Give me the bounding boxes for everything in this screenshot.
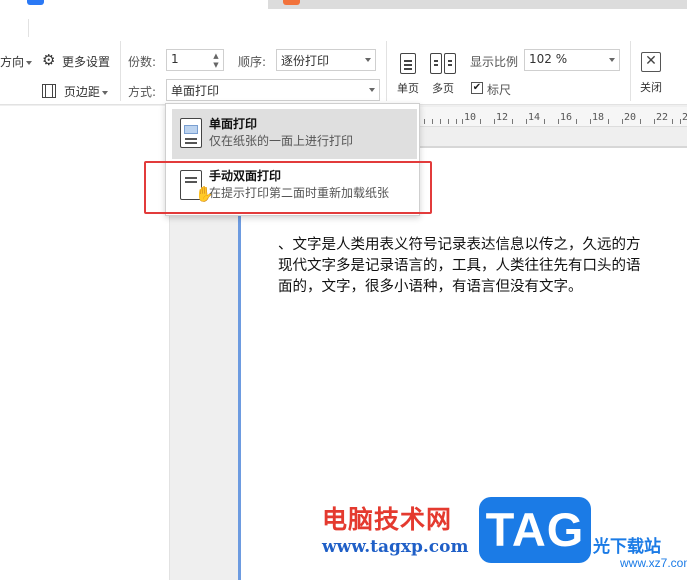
ruler-mark: 24 [682, 112, 687, 123]
mode-label: 方式: [128, 85, 157, 99]
copies-label: 份数: [128, 55, 157, 69]
document-line: 面的，文字，很多小语种，有语言但没有文字。 [278, 279, 583, 295]
close-icon: ✕ [641, 52, 661, 72]
order-select[interactable]: 逐份打印 [276, 49, 376, 71]
option-single-sided[interactable]: 单面打印 仅在纸张的一面上进行打印 [172, 109, 417, 159]
more-settings-label: 更多设置 [62, 55, 111, 69]
gear-icon: ⚙ [42, 51, 56, 69]
margins-icon [42, 84, 56, 98]
margins-button[interactable]: 页边距 [42, 83, 108, 100]
highlight-box [144, 161, 432, 214]
mode-value: 单面打印 [171, 84, 220, 98]
mode-select[interactable]: 单面打印 [166, 79, 380, 101]
chevron-down-icon [365, 58, 371, 62]
multi-page-label: 多页 [432, 82, 454, 95]
zoom-select[interactable]: 102 % [524, 49, 620, 71]
multi-page-icon [430, 53, 456, 74]
single-page-button[interactable]: 单页 [393, 53, 423, 96]
watermark-site-url: www.xz7.com [620, 556, 687, 570]
option-title: 单面打印 [209, 117, 258, 131]
orientation-label: 方向 [0, 55, 25, 69]
option-description: 仅在纸张的一面上进行打印 [209, 134, 354, 148]
orientation-button[interactable]: 方向 [0, 53, 33, 70]
zoom-label: 显示比例 [470, 55, 519, 69]
single-page-label: 单页 [397, 82, 419, 95]
chevron-down-icon [609, 58, 615, 62]
separator [28, 19, 29, 37]
margins-label: 页边距 [63, 85, 100, 99]
ruler-mark: 14 [528, 112, 541, 123]
watermark-site: 光下载站 [593, 537, 661, 557]
chevron-down-icon [101, 90, 108, 95]
presentation-app-icon [283, 0, 300, 5]
separator [120, 41, 121, 101]
order-value: 逐份打印 [281, 54, 330, 68]
watermark-logo: TAG [479, 497, 591, 563]
decrement-icon[interactable]: ▼ [211, 60, 221, 70]
separator [386, 41, 387, 101]
ruler-mark: 20 [624, 112, 637, 123]
order-label: 顺序: [238, 55, 267, 69]
ruler-mark: 12 [496, 112, 509, 123]
separator [630, 41, 631, 101]
single-sided-icon [180, 118, 202, 148]
print-preview-toolbar: 方向 ⚙ 更多设置 页边距 份数: 1 ▲ ▼ 顺序: 逐份打印 方式: 单面打… [0, 9, 687, 105]
ruler-label: 标尺 [487, 83, 512, 97]
ruler-mark: 22 [656, 112, 669, 123]
single-page-icon [400, 53, 416, 74]
document-line: 现代文字多是记录语言的，工具，人类往往先有口头的语 [278, 258, 641, 274]
multi-page-button[interactable]: 多页 [427, 53, 459, 96]
chevron-down-icon [369, 88, 375, 92]
chevron-down-icon [26, 60, 33, 65]
ruler-mark: 16 [560, 112, 573, 123]
copies-stepper[interactable]: 1 ▲ ▼ [166, 49, 224, 71]
check-icon: ✔ [472, 82, 482, 93]
ruler-mark: 18 [592, 112, 605, 123]
close-button[interactable]: ✕ 关闭 [637, 52, 665, 95]
ruler-mark: 10 [464, 112, 477, 123]
watermark-text: 电脑技术网 [322, 505, 453, 534]
writer-app-icon [27, 0, 44, 5]
close-label: 关闭 [640, 81, 662, 94]
copies-value: 1 [171, 52, 179, 66]
horizontal-ruler: 10 12 14 16 18 20 22 24 [420, 107, 687, 127]
watermark-url: www.tagxp.com [322, 537, 469, 557]
ruler-checkbox[interactable]: ✔ [471, 82, 483, 94]
document-line: 、文字是人类用表义符号记录表达信息以传之，久远的方 [278, 237, 641, 253]
zoom-value: 102 % [529, 52, 568, 66]
